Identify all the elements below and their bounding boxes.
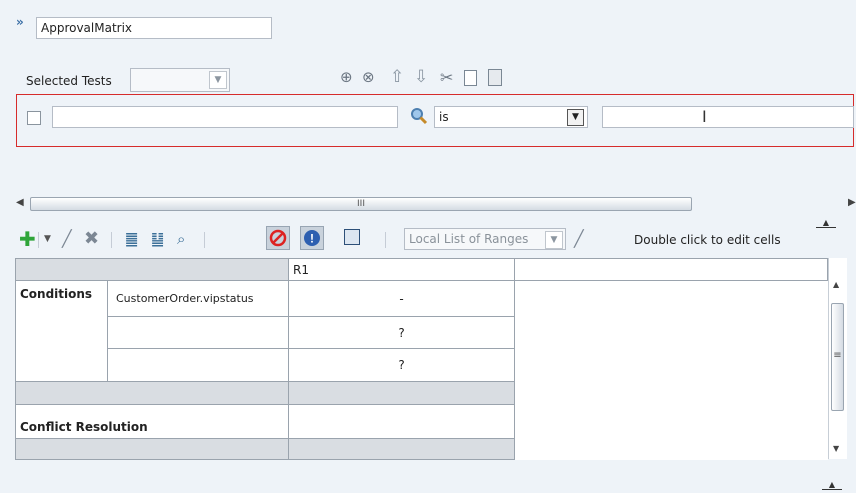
disable-icon[interactable] [266,226,290,250]
selected-tests-label: Selected Tests [26,74,112,88]
separator-row-cell [288,438,515,460]
insert-column-icon[interactable]: ䷀ [125,229,138,249]
separator [385,232,386,248]
condition-value-cell[interactable]: ? [288,316,515,349]
separator [38,232,39,248]
edit-icon[interactable]: ╱ [62,229,72,249]
copy-icon[interactable] [464,70,477,86]
conflict-resolution-cell[interactable] [288,404,515,439]
condition-checkbox[interactable] [27,111,41,125]
range-select[interactable]: Local List of Ranges ▼ [404,228,566,250]
condition-value-cell[interactable]: ? [288,348,515,382]
empty-grid-area [514,280,828,460]
scroll-thumb[interactable]: III [30,197,692,211]
collapse-icon[interactable]: » [16,15,24,29]
scroll-right-icon[interactable]: ▶ [848,197,856,208]
test-condition-box: is ▼ I [16,94,854,147]
condition-value-cell[interactable]: - [288,280,515,317]
scroll-down-icon[interactable]: ▼ [833,444,839,453]
dropdown-arrow-icon[interactable]: ▼ [44,229,51,249]
scroll-up-icon[interactable]: ▲ [833,280,839,289]
remove-test-icon[interactable]: ⊗ [362,68,375,86]
separator-row-cell [15,438,289,460]
insert-column-alt-icon[interactable]: ䷊ [151,229,164,249]
scroll-thumb[interactable]: ≡ [831,303,844,411]
condition-label-cell[interactable]: CustomerOrder.vipstatus [107,280,289,317]
collapse-panel-icon[interactable]: ▲ [816,219,836,228]
conflict-resolution-label: Conflict Resolution [15,404,289,439]
add-icon[interactable]: ✚ [19,229,36,249]
text-cursor-icon: I [702,107,707,126]
edit-cells-hint: Double click to edit cells [634,233,781,247]
collapse-panel-icon[interactable]: ▲ [822,481,842,490]
paste-icon[interactable] [488,69,502,86]
conditions-label: Conditions [15,280,108,382]
decision-table: R1 Conditions CustomerOrder.vipstatus - … [15,258,828,460]
separator-row-cell [15,381,289,405]
horizontal-scrollbar[interactable]: ◀ III ▶ [16,196,856,212]
move-up-icon[interactable]: ⇧ [390,67,404,87]
toggle-icon[interactable] [344,229,360,245]
validate-icon[interactable]: ! [300,226,324,250]
operator-select[interactable]: is ▼ [434,106,588,128]
chevron-down-icon[interactable]: ▼ [545,231,563,249]
range-edit-icon[interactable]: ╱ [574,229,584,249]
left-operand-field[interactable] [52,106,398,128]
add-test-icon[interactable]: ⊕ [340,68,353,86]
header-blank-cell [15,258,289,281]
condition-label-cell[interactable] [107,348,289,382]
chevron-down-icon[interactable]: ▼ [567,109,584,126]
cut-icon[interactable]: ✂ [440,68,453,87]
chevron-down-icon[interactable]: ▼ [209,71,227,89]
scroll-left-icon[interactable]: ◀ [16,197,24,208]
vertical-scrollbar[interactable]: ▲ ≡ ▼ [828,258,847,459]
separator [111,232,112,248]
separator-row-cell [288,381,515,405]
condition-label-cell[interactable] [107,316,289,349]
ruleset-name-field[interactable]: ApprovalMatrix [36,17,272,39]
column-header-r1[interactable]: R1 [288,258,515,281]
right-operand-field[interactable] [602,106,854,128]
search-icon[interactable] [409,106,429,129]
svg-text:!: ! [310,232,314,246]
delete-icon[interactable]: ✖ [84,229,99,249]
tests-toolbar: ⊕ ⊗ ⇧ ⇩ ✂ [340,67,560,90]
find-icon[interactable]: ⌕ [177,229,185,249]
separator [204,232,205,248]
move-down-icon[interactable]: ⇩ [414,67,428,87]
empty-column-header [514,258,828,281]
selected-tests-select[interactable]: ▼ [130,68,230,92]
